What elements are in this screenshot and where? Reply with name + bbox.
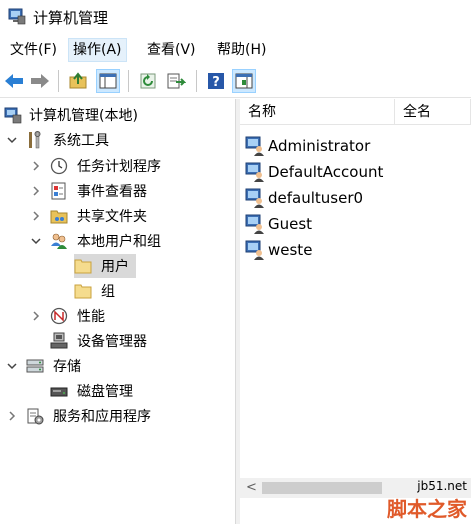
tree-item-label: 设备管理器 bbox=[77, 334, 147, 350]
list-item-user[interactable]: DefaultAccount bbox=[244, 160, 383, 184]
menu-view[interactable]: 查看(V) bbox=[143, 38, 200, 62]
tree-item-label: 用户 bbox=[101, 259, 129, 275]
forward-arrow-icon bbox=[31, 74, 49, 88]
clock-icon bbox=[50, 157, 68, 175]
menu-help[interactable]: 帮助(H) bbox=[213, 38, 270, 62]
tree-item-computer-management[interactable]: 计算机管理(本地) bbox=[4, 103, 141, 127]
tree-item-label: 组 bbox=[101, 284, 115, 300]
user-account-icon bbox=[245, 214, 264, 234]
scroll-left-icon[interactable]: < bbox=[246, 480, 257, 495]
disk-icon bbox=[50, 387, 68, 397]
show-action-pane-button[interactable] bbox=[232, 69, 256, 93]
tree-item-device-manager[interactable]: 设备管理器 bbox=[50, 329, 150, 353]
user-name: weste bbox=[268, 241, 313, 259]
column-header-name[interactable]: 名称 bbox=[240, 99, 395, 125]
tree-item-label: 计算机管理(本地) bbox=[29, 108, 138, 124]
tree-item-label: 事件查看器 bbox=[77, 184, 147, 200]
svg-text:?: ? bbox=[212, 75, 220, 90]
computer-management-icon bbox=[8, 8, 26, 25]
forward-button[interactable] bbox=[28, 69, 52, 93]
user-list: 名称 全名 Administrator DefaultAccount defau… bbox=[240, 99, 471, 524]
tree-item-label: 性能 bbox=[77, 309, 105, 325]
help-icon: ? bbox=[208, 73, 224, 90]
watermark: jb51.net 脚本之家 bbox=[387, 479, 467, 522]
tree-item-label: 共享文件夹 bbox=[77, 209, 147, 225]
services-icon bbox=[27, 408, 44, 425]
storage-icon bbox=[26, 359, 44, 373]
tree-item-label: 磁盘管理 bbox=[77, 384, 133, 400]
list-item-user[interactable]: defaultuser0 bbox=[244, 186, 363, 210]
tree-item-task-scheduler[interactable]: 任务计划程序 bbox=[50, 154, 164, 178]
up-folder-icon bbox=[69, 72, 87, 89]
user-account-icon bbox=[245, 162, 264, 182]
user-name: defaultuser0 bbox=[268, 189, 364, 207]
watermark-name: 脚本之家 bbox=[387, 497, 467, 521]
chevron-right-icon[interactable] bbox=[30, 185, 42, 197]
watermark-url: jb51.net bbox=[417, 479, 467, 493]
back-button[interactable] bbox=[2, 69, 26, 93]
chevron-down-icon[interactable] bbox=[6, 360, 18, 372]
column-header-fullname[interactable]: 全名 bbox=[395, 99, 471, 125]
user-account-icon bbox=[245, 240, 264, 260]
title-bar: 计算机管理 bbox=[0, 0, 471, 34]
tree-item-storage[interactable]: 存储 bbox=[26, 354, 84, 378]
menu-file[interactable]: 文件(F) bbox=[6, 38, 61, 62]
tools-icon bbox=[29, 131, 41, 149]
tree-item-label: 系统工具 bbox=[53, 133, 109, 149]
toolbar: ? bbox=[0, 64, 471, 98]
chevron-right-icon[interactable] bbox=[6, 410, 18, 422]
window-title: 计算机管理 bbox=[33, 9, 109, 27]
list-item-user[interactable]: Administrator bbox=[244, 134, 370, 158]
event-viewer-icon bbox=[51, 182, 66, 200]
up-folder-button[interactable] bbox=[66, 69, 90, 93]
chevron-down-icon[interactable] bbox=[6, 134, 18, 146]
folder-icon bbox=[74, 284, 92, 299]
chevron-right-icon[interactable] bbox=[30, 160, 42, 172]
chevron-down-icon[interactable] bbox=[30, 235, 42, 247]
performance-icon bbox=[50, 307, 68, 325]
menu-bar: 文件(F) 操作(A) 查看(V) 帮助(H) bbox=[0, 35, 471, 63]
chevron-right-icon[interactable] bbox=[30, 210, 42, 222]
tree-item-label: 本地用户和组 bbox=[77, 234, 161, 250]
list-item-user[interactable]: Guest bbox=[244, 212, 312, 236]
user-account-icon bbox=[245, 188, 264, 208]
menu-action[interactable]: 操作(A) bbox=[68, 38, 127, 62]
device-manager-icon bbox=[50, 332, 68, 349]
user-name: Guest bbox=[268, 215, 313, 233]
tree-item-disk-management[interactable]: 磁盘管理 bbox=[50, 379, 136, 403]
tree-item-services-applications[interactable]: 服务和应用程序 bbox=[26, 404, 154, 428]
chevron-right-icon[interactable] bbox=[30, 310, 42, 322]
computer-management-icon bbox=[4, 107, 22, 124]
console-tree-icon bbox=[99, 73, 117, 89]
export-list-icon bbox=[167, 73, 186, 89]
user-name: Administrator bbox=[268, 137, 371, 155]
help-button[interactable]: ? bbox=[204, 69, 228, 93]
user-name: DefaultAccount bbox=[268, 163, 384, 181]
tree-item-local-users-groups[interactable]: 本地用户和组 bbox=[50, 229, 164, 253]
tree-item-system-tools[interactable]: 系统工具 bbox=[26, 128, 112, 152]
action-pane-icon bbox=[235, 73, 253, 89]
folder-icon bbox=[74, 259, 92, 274]
tree-item-label: 存储 bbox=[53, 359, 81, 375]
tree-item-groups[interactable]: 组 bbox=[74, 279, 118, 303]
tree-item-users[interactable]: 用户 bbox=[74, 254, 136, 278]
console-tree: 计算机管理(本地) 系统工具 任务计划程序 事件查看器 共享文件夹 本地用户和组… bbox=[0, 99, 236, 524]
tree-item-shared-folders[interactable]: 共享文件夹 bbox=[50, 204, 150, 228]
users-icon bbox=[51, 233, 67, 249]
user-account-icon bbox=[245, 136, 264, 156]
tree-item-event-viewer[interactable]: 事件查看器 bbox=[50, 179, 150, 203]
refresh-button[interactable] bbox=[136, 69, 160, 93]
export-list-button[interactable] bbox=[164, 69, 188, 93]
shared-folder-icon bbox=[50, 210, 68, 224]
tree-item-label: 服务和应用程序 bbox=[53, 409, 151, 425]
tree-item-label: 任务计划程序 bbox=[77, 159, 161, 175]
show-hide-tree-button[interactable] bbox=[96, 69, 120, 93]
back-arrow-icon bbox=[5, 74, 23, 88]
refresh-icon bbox=[140, 73, 156, 89]
list-item-user[interactable]: weste bbox=[244, 238, 312, 262]
scrollbar-thumb[interactable] bbox=[262, 482, 382, 494]
tree-item-performance[interactable]: 性能 bbox=[50, 304, 108, 328]
